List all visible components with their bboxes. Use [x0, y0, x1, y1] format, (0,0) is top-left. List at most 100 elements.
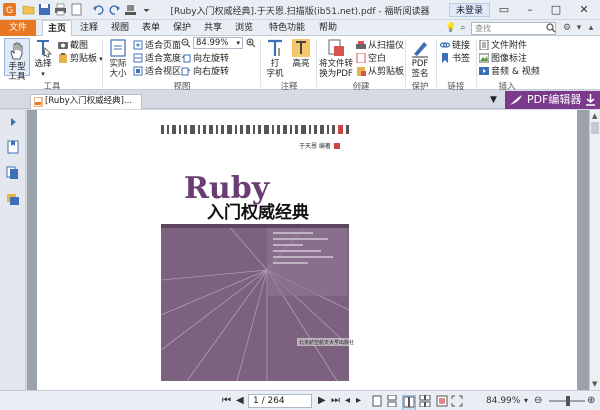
pages-panel-icon[interactable]: [6, 166, 20, 180]
tab-protect[interactable]: 保护: [168, 20, 196, 36]
rotate-right-icon: [181, 67, 191, 76]
select-dropdown-icon[interactable]: ▾: [32, 69, 54, 79]
last-page-icon[interactable]: ⏭: [331, 395, 340, 407]
clipboard-label: 剪贴板: [70, 54, 98, 64]
scroll-thumb[interactable]: [591, 122, 599, 134]
fit-width-button[interactable]: 适合宽度: [133, 51, 181, 64]
typewriter-icon: [268, 39, 282, 56]
image-annotation-button[interactable]: 图像标注: [479, 51, 527, 64]
search-icon[interactable]: [546, 23, 556, 33]
zoom-slider[interactable]: [549, 396, 585, 406]
scanner-icon: [356, 41, 366, 49]
tab-share[interactable]: 共享: [199, 20, 227, 36]
blank-button[interactable]: 空白: [356, 51, 386, 64]
actual-size-button[interactable]: 实际 大小: [106, 38, 130, 79]
restore-ribbon-icon[interactable]: ▭: [492, 0, 516, 20]
zoom-slider-thumb[interactable]: [566, 396, 570, 406]
login-button[interactable]: 未登录: [448, 3, 490, 17]
hand-tool-label-1: 手型: [8, 62, 26, 72]
expand-panel-icon[interactable]: [6, 115, 20, 129]
download-icon: [585, 94, 596, 106]
fullscreen-icon[interactable]: [451, 395, 463, 410]
clipboard-button[interactable]: 剪贴板 ▾: [58, 51, 103, 64]
vertical-scrollbar[interactable]: ▲ ▼: [589, 110, 600, 390]
link-label: 链接: [452, 41, 471, 51]
bookmark-label: 书签: [452, 54, 471, 64]
screenshot-button[interactable]: 截图: [58, 38, 88, 51]
tab-file[interactable]: 文件: [0, 20, 36, 36]
link-button[interactable]: 链接: [440, 38, 470, 51]
page-number-input[interactable]: 1 / 264: [248, 394, 312, 408]
zoom-dropdown-icon[interactable]: ▾: [524, 395, 528, 407]
document-viewport[interactable]: 于天恩 编著 Ruby 入门权威经典 北京航空航天大学出版社: [27, 110, 589, 390]
convert-to-pdf-button[interactable]: 将文件转 换为PDF: [319, 38, 353, 79]
fit-page-button[interactable]: 适合页面: [133, 38, 181, 51]
image-annotation-label: 图像标注: [491, 54, 528, 64]
typewriter-button[interactable]: 打 字机: [264, 38, 286, 79]
zoom-in-icon[interactable]: [246, 38, 258, 49]
tab-list-dropdown-icon[interactable]: ▼: [490, 95, 497, 105]
search-input[interactable]: 查找: [471, 22, 556, 35]
continuous-page-icon[interactable]: [387, 394, 397, 410]
previous-view-icon[interactable]: ◂: [345, 395, 350, 407]
from-clipboard-button[interactable]: 从剪贴板: [356, 64, 404, 77]
zoom-in-button[interactable]: ⊕: [587, 395, 595, 407]
tab-help[interactable]: 帮助: [314, 20, 342, 36]
zoom-out-icon[interactable]: [181, 38, 193, 49]
highlight-icon: [292, 39, 310, 57]
split-view-icon[interactable]: [436, 395, 448, 410]
close-button[interactable]: ✕: [572, 0, 596, 20]
tab-home[interactable]: 主页: [42, 20, 72, 37]
bookmark-panel-icon[interactable]: [6, 140, 20, 154]
maximize-button[interactable]: □: [544, 0, 568, 20]
scroll-up-icon[interactable]: ▲: [592, 112, 597, 120]
scroll-down-icon[interactable]: ▼: [592, 380, 597, 388]
actual-size-label-2: 大小: [109, 69, 127, 79]
minimize-button[interactable]: –: [518, 0, 542, 20]
bookmark-button[interactable]: 书签: [440, 51, 470, 64]
rotate-left-label: 向左旋转: [193, 54, 230, 64]
rotate-right-button[interactable]: 向右旋转: [181, 64, 229, 77]
zoom-select[interactable]: 84.99% ▾: [193, 37, 243, 49]
first-page-icon[interactable]: ⏮: [222, 395, 231, 407]
status-bar: ⏮ ◀ 1 / 264 ▶ ⏭ ◂ ▸ 84.99% ▾ ⊖ ⊕: [0, 390, 600, 410]
tab-browse[interactable]: 浏览: [230, 20, 258, 36]
book-title-chinese: 入门权威经典: [207, 202, 309, 223]
pdf-sign-button[interactable]: PDF 签名: [408, 38, 432, 79]
next-view-icon[interactable]: ▸: [356, 395, 361, 407]
screenshot-label: 截图: [70, 41, 89, 51]
tab-comment[interactable]: 注释: [75, 20, 103, 36]
convert-pdf-icon: [328, 39, 344, 56]
bulb-icon[interactable]: 💡: [445, 23, 456, 33]
next-page-icon[interactable]: ▶: [318, 395, 326, 407]
gear-icon[interactable]: ⚙: [562, 23, 572, 33]
rotate-left-button[interactable]: 向左旋转: [181, 51, 229, 64]
audio-video-button[interactable]: 音频 & 视频: [479, 64, 540, 77]
collapse-ribbon-icon[interactable]: ▴: [586, 23, 596, 33]
from-scanner-button[interactable]: 从扫描仪: [356, 38, 404, 51]
tab-view[interactable]: 视图: [106, 20, 134, 36]
facing-page-icon[interactable]: [402, 395, 416, 410]
layers-panel-icon[interactable]: [6, 192, 20, 206]
zoom-out-button[interactable]: ⊖: [534, 395, 542, 407]
highlight-label: 高亮: [292, 59, 310, 69]
document-tab[interactable]: [Ruby入门权威经典]...: [30, 94, 142, 109]
select-tool-button[interactable]: 选择 ▾: [32, 38, 54, 79]
file-attachment-button[interactable]: 文件附件: [479, 38, 527, 51]
tab-form[interactable]: 表单: [137, 20, 165, 36]
tab-features[interactable]: 特色功能: [263, 20, 311, 36]
pdf-editor-button[interactable]: PDF编辑器: [505, 91, 600, 109]
text-select-icon: [37, 40, 52, 58]
zoom-level-text[interactable]: 84.99%: [486, 395, 520, 407]
hand-tool-button[interactable]: 手型 工具: [4, 38, 30, 82]
single-page-icon[interactable]: [372, 395, 382, 410]
previous-page-icon[interactable]: ◀: [236, 395, 244, 407]
chevron-down-icon[interactable]: ▾: [574, 23, 584, 33]
highlight-button[interactable]: 高亮: [290, 38, 312, 69]
fit-visible-label: 适合视区: [145, 67, 182, 77]
title-bar: G [Ruby入门权威经典].于天恩.扫描版(ib51.net).pdf - 福…: [0, 0, 600, 20]
find-icon[interactable]: ⌕: [458, 23, 468, 33]
continuous-facing-icon[interactable]: [419, 394, 431, 410]
fit-visible-button[interactable]: 适合视区: [133, 64, 181, 77]
cover-stripes: [161, 125, 351, 134]
